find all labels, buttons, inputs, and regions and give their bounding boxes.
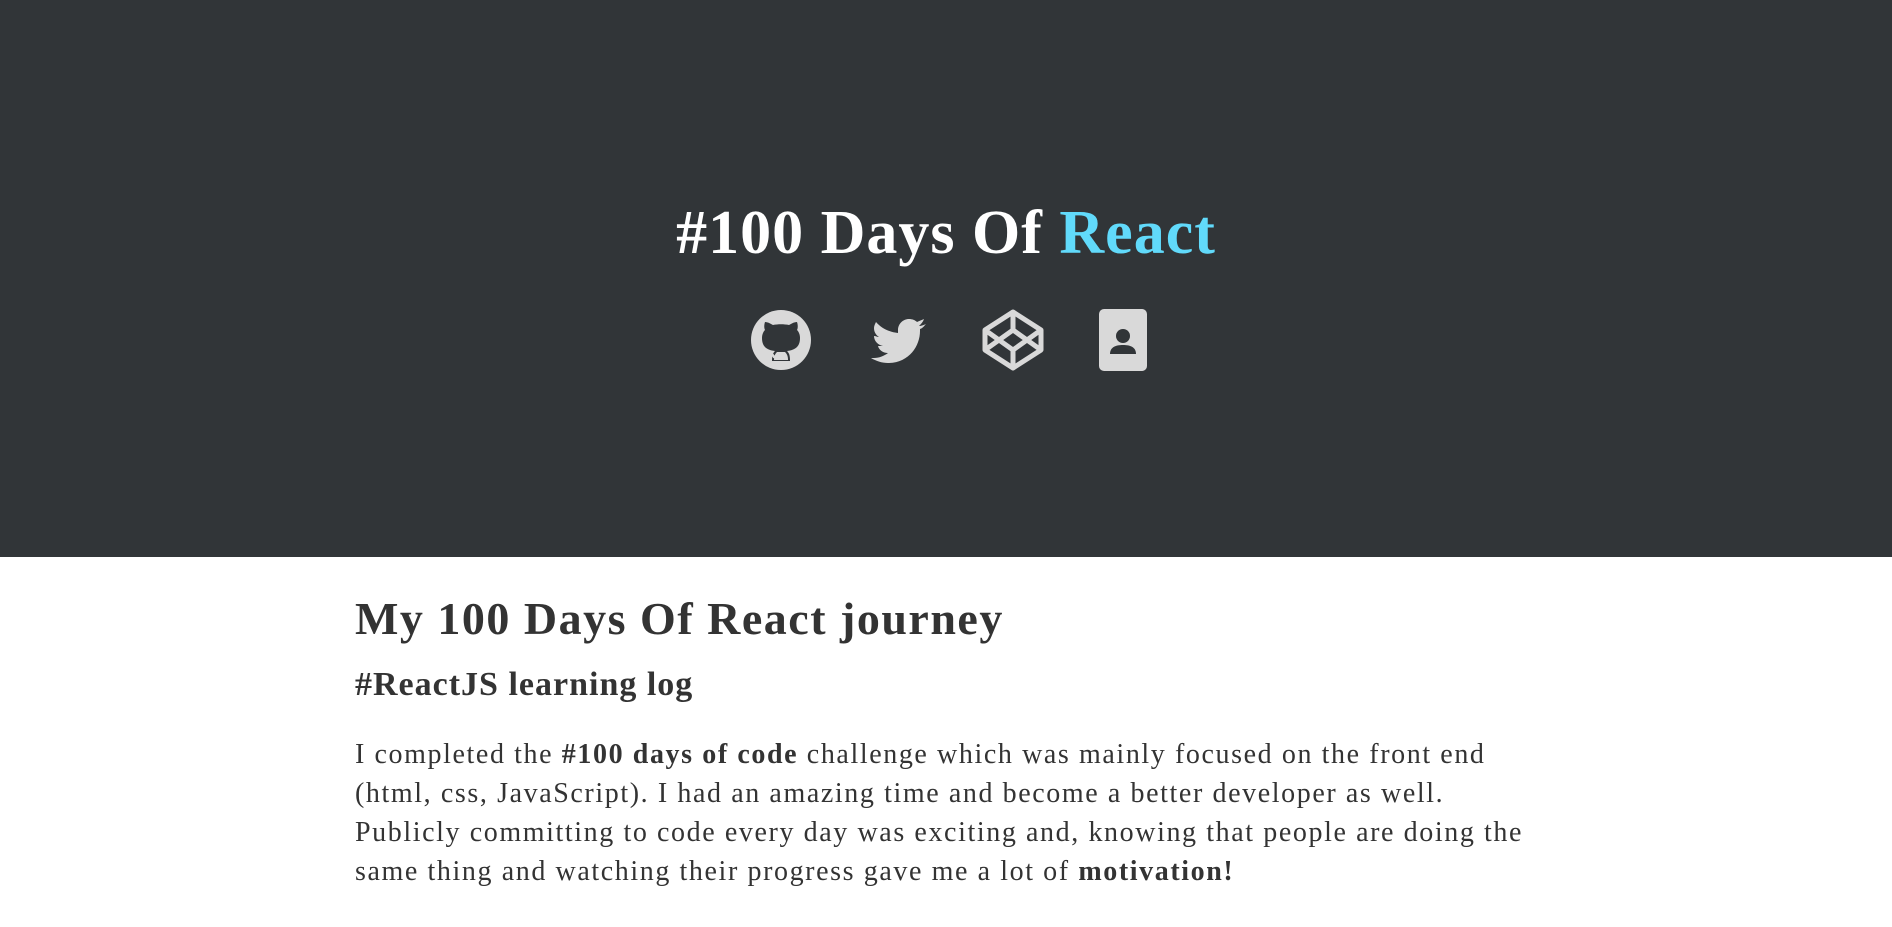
intro-bold-challenge: #100 days of code [561,739,799,770]
contact-card-icon [1099,309,1147,371]
codepen-icon [982,309,1044,371]
site-title: #100 Days Of React [0,197,1892,269]
site-title-accent: React [1059,199,1216,267]
page-heading: My 100 Days Of React journey [355,593,1004,644]
social-links [0,308,1892,372]
github-link[interactable] [750,308,812,372]
site-title-prefix: #100 Days Of [676,199,1060,267]
intro-paragraph: I completed the #100 days of code challe… [355,735,1535,891]
hero-banner: #100 Days Of React [0,0,1892,557]
intro-bold-motivation: motivation! [1078,856,1235,887]
page-subheading: #ReactJS learning log [355,666,694,703]
intro-text-1: I completed the [355,739,562,770]
codepen-link[interactable] [981,308,1045,372]
twitter-link[interactable] [866,308,928,372]
twitter-icon [871,319,926,363]
main-content: My 100 Days Of React journey #ReactJS le… [355,557,1535,891]
github-icon [751,310,811,370]
contact-link[interactable] [1098,308,1148,372]
